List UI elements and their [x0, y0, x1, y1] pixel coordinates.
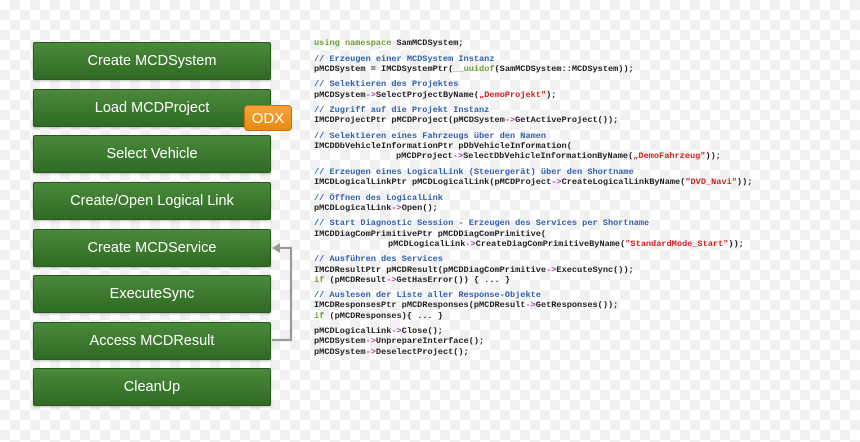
- code-block-active-project: // Zugriff auf die Projekt Instanz IMCDP…: [314, 105, 854, 125]
- code-line: if (pMCDResult->GetHasError()) { ... }: [314, 274, 511, 285]
- code-line: pMCDLogicalLink->Open();: [314, 202, 438, 213]
- code-comment: // Selektieren des Projektes: [314, 79, 459, 90]
- code-block-create-system: // Erzeugen einer MCDSystem Instanz pMCD…: [314, 54, 854, 74]
- code-listing: using namespace SamMCDSystem; // Erzeuge…: [314, 38, 854, 362]
- step-cleanup[interactable]: CleanUp: [33, 368, 271, 406]
- code-line: IMCDProjectPtr pMCDProject(pMCDSystem->G…: [314, 115, 619, 126]
- code-line: IMCDDbVehicleInformationPtr pDbVehicleIn…: [314, 141, 572, 152]
- step-select-vehicle[interactable]: Select Vehicle: [33, 135, 271, 173]
- code-line: pMCDSystem->SelectProjectByName(„DemoPro…: [314, 89, 557, 100]
- code-line-using: using namespace SamMCDSystem;: [314, 38, 464, 48]
- code-block-start-session: // Start Diagnostic Session - Erzeugen d…: [314, 218, 854, 249]
- code-comment: // Zugriff auf die Projekt Instanz: [314, 105, 490, 116]
- code-block-open-link: // Öffnen des LogicalLink pMCDLogicalLin…: [314, 193, 854, 213]
- code-block-select-vehicle: // Selektieren eines Fahrzeugs über den …: [314, 131, 854, 162]
- odx-badge: ODX: [244, 105, 292, 131]
- step-create-mcdservice[interactable]: Create MCDService: [33, 229, 271, 267]
- step-create-mcdsystem[interactable]: Create MCDSystem: [33, 42, 271, 80]
- step-load-mcdproject[interactable]: Load MCDProject: [33, 89, 271, 127]
- code-line: IMCDResponsesPtr pMCDResponses(pMCDResul…: [314, 300, 619, 311]
- step-create-open-logical-link[interactable]: Create/Open Logical Link: [33, 182, 271, 220]
- code-line: IMCDDiagComPrimitivePtr pMCDDiagComPrimi…: [314, 228, 547, 239]
- code-line: IMCDLogicalLinkPtr pMCDLogicalLink(pMCDP…: [314, 177, 753, 188]
- code-block-create-logical-link: // Erzeugen eines LogicalLink (Steuerger…: [314, 167, 854, 187]
- code-line: pMCDSystem = IMCDSystemPtr(__uuidof(SamM…: [314, 63, 634, 74]
- code-line: if (pMCDResponses){ ... }: [314, 310, 443, 321]
- code-block-cleanup: pMCDLogicalLink->Close(); pMCDSystem->Un…: [314, 326, 854, 357]
- code-line: pMCDSystem->DeselectProject();: [314, 346, 469, 357]
- step-executesync[interactable]: ExecuteSync: [33, 275, 271, 313]
- code-comment: // Erzeugen eines LogicalLink (Steuerger…: [314, 166, 634, 177]
- step-access-mcdresult[interactable]: Access MCDResult: [33, 322, 271, 360]
- code-comment: // Auslesen der Liste aller Response-Obj…: [314, 290, 541, 301]
- code-comment: // Selektieren eines Fahrzeugs über den …: [314, 130, 547, 141]
- code-block-execute: // Ausführen des Services IMCDResultPtr …: [314, 254, 854, 285]
- code-comment: // Ausführen des Services: [314, 254, 443, 265]
- code-block-responses: // Auslesen der Liste aller Response-Obj…: [314, 290, 854, 321]
- code-line: pMCDLogicalLink->CreateDiagComPrimitiveB…: [388, 238, 744, 249]
- code-line: pMCDLogicalLink->Close();: [314, 326, 443, 337]
- code-line: pMCDSystem->UnprepareInterface();: [314, 336, 485, 347]
- code-line: IMCDResultPtr pMCDResult(pMCDDiagComPrim…: [314, 264, 634, 275]
- code-comment: // Erzeugen einer MCDSystem Instanz: [314, 53, 495, 64]
- code-block-select-project: // Selektieren des Projektes pMCDSystem-…: [314, 79, 854, 99]
- code-comment: // Öffnen des LogicalLink: [314, 192, 443, 203]
- code-line: pMCDProject->SelectDbVehicleInformationB…: [396, 151, 721, 162]
- code-comment: // Start Diagnostic Session - Erzeugen d…: [314, 218, 650, 229]
